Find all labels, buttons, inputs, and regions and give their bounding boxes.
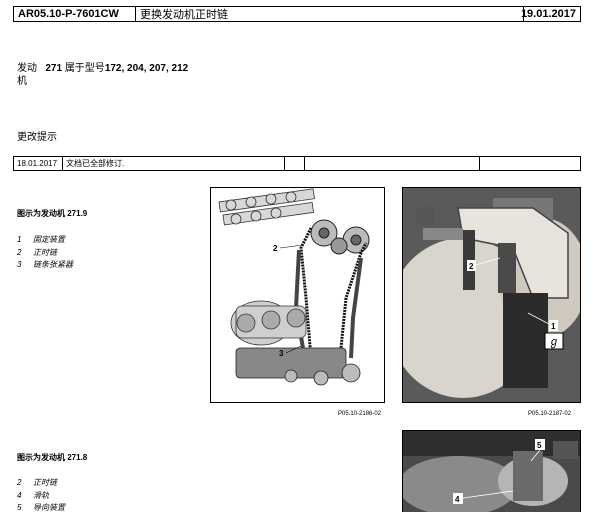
document-id: AR05.10-P-7601CW (14, 7, 136, 21)
change-cell-empty (305, 157, 480, 170)
torque-symbol-icon: ℊ (549, 335, 560, 348)
callout-2: 2 (273, 244, 278, 253)
section1-title: 图示为发动机 271.9 (17, 209, 88, 218)
legend-item: 1 固定装置 (17, 235, 65, 244)
section2-legend: 2 正时链 4 滑轨 5 导向装置 (17, 477, 65, 515)
legend-item: 2 正时链 (17, 247, 57, 257)
engine-number: 271 (45, 63, 63, 74)
engine-applicability: 发动 271 属于型号172, 204, 207, 212 机 (17, 62, 188, 88)
section1-legend: 1 固定装置 2 正时链 3 链条张紧器 (17, 234, 73, 272)
legend-item: 5 导向装置 (17, 503, 65, 512)
callout-1: 1 (551, 322, 556, 331)
change-cell-empty (480, 157, 580, 170)
engine-label: 发动 (17, 63, 37, 74)
change-notes-table: 18.01.2017 文档已全部修订. (13, 156, 581, 171)
legend-item: 2 正时链 (17, 478, 57, 487)
figure-fixture-photo: ℊ 2 1 (402, 187, 581, 403)
section2-title: 图示为发动机 271.8 (17, 453, 88, 462)
callout-3: 3 (279, 349, 284, 358)
legend-item: 4 滑轨 (17, 490, 49, 500)
figure2-caption: P05.10-2187-02 (528, 411, 572, 417)
document-header: AR05.10-P-7601CW 更换发动机正时链 19.01.2017 (13, 6, 581, 22)
document-date: 19.01.2017 (521, 7, 580, 21)
document-title: 更换发动机正时链 (140, 9, 228, 21)
change-date: 18.01.2017 (14, 157, 63, 170)
change-cell-empty (285, 157, 305, 170)
figure-guide-rail-photo: 5 4 (402, 430, 581, 512)
change-text: 文档已全部修订. (63, 157, 285, 170)
fixture-photo-illustration: ℊ 2 1 (403, 188, 580, 402)
figure1-caption: P05.10-2186-02 (338, 411, 382, 417)
engine-label-2: 机 (17, 76, 27, 87)
guide-rail-photo-illustration: 5 4 (403, 431, 580, 512)
callout-4: 4 (455, 495, 460, 504)
callout-2: 2 (469, 262, 474, 271)
callout-5: 5 (537, 441, 542, 450)
figure-timing-chain-diagram: 2 3 (210, 187, 385, 403)
engine-text: 属于型号 (64, 63, 105, 74)
timing-chain-illustration: 2 3 (218, 188, 370, 386)
engine-models: 172, 204, 207, 212 (104, 63, 189, 74)
change-notes-heading: 更改提示 (17, 132, 57, 143)
legend-item: 3 链条张紧器 (17, 260, 73, 269)
